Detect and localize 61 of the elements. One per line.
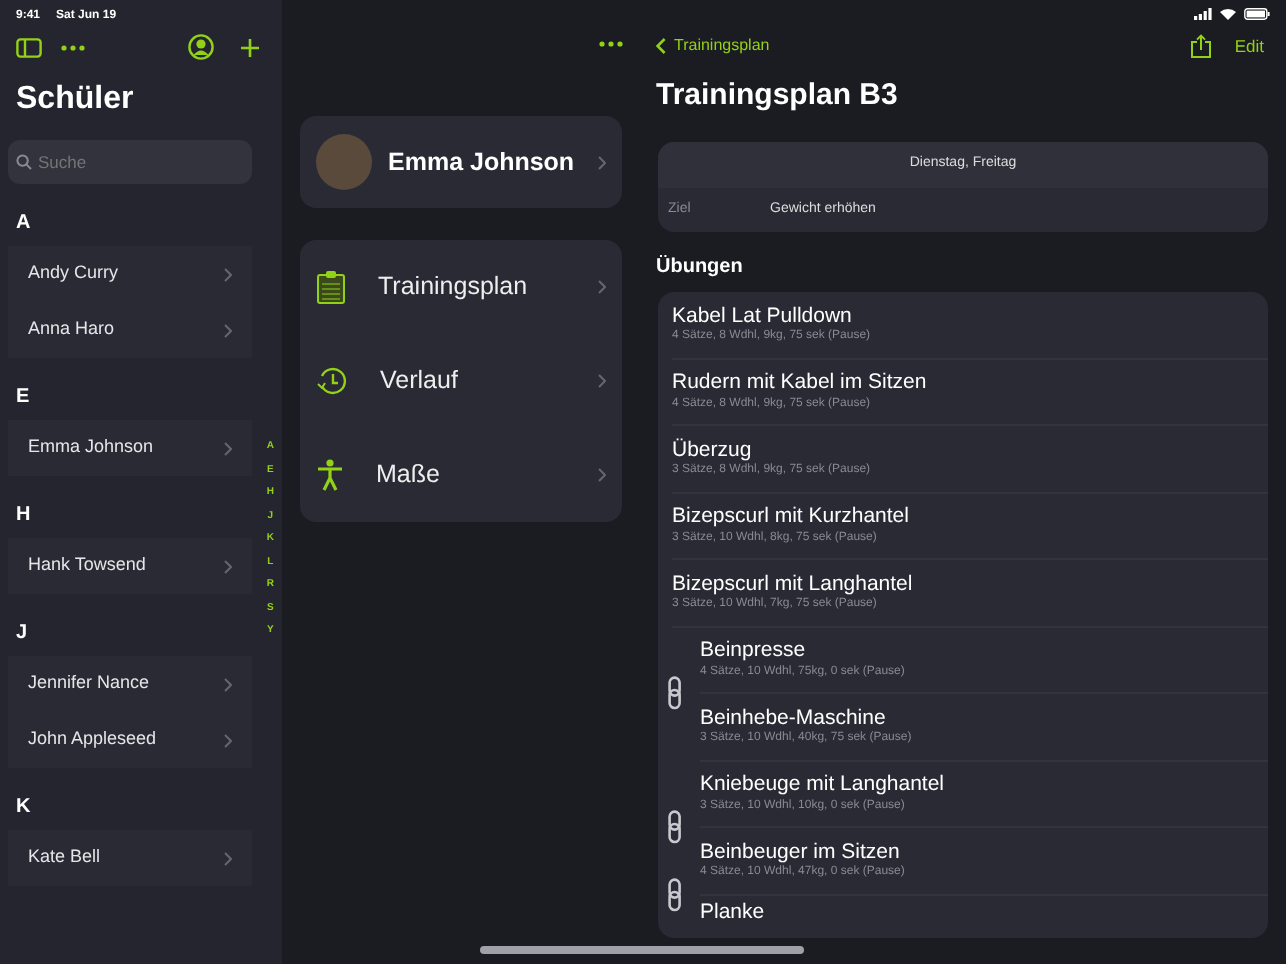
exercise-name: Kabel Lat Pulldown [672,303,854,329]
student-card[interactable]: Emma Johnson [300,116,622,208]
exercise-name: Kniebeuge mit Langhantel [700,772,947,798]
chain-link-icon [668,877,682,912]
sidebar-title: Schüler [14,80,136,120]
chevron-icon [598,468,606,482]
section-letter: A [16,210,31,238]
section-letter: H [16,502,31,530]
chain-link-icon [668,676,682,711]
person-icon[interactable] [188,34,214,60]
more-icon[interactable] [60,43,86,51]
exercise-name: Rudern mit Kabel im Sitzen [672,370,929,396]
menu-item[interactable]: Verlauf [300,334,622,428]
section-header: Übungen [654,253,745,283]
section-letter: E [16,384,30,412]
exercise-name: Beinbeuger im Sitzen [700,839,902,865]
wifi-icon [1220,8,1236,20]
student-item[interactable]: Andy Curry [8,246,252,302]
chevron-icon [224,733,232,747]
exercise-name: Bizepscurl mit Langhantel [672,571,915,597]
exercise-name: Beinhebe-Maschine [700,705,888,731]
chevron-icon [224,323,232,337]
edit-button[interactable]: Edit [1234,34,1264,60]
chevron-icon [224,677,232,691]
sidebar-toggle-icon[interactable] [16,37,42,57]
student-item[interactable]: Jennifer Nance [8,656,252,712]
avatar-placeholder [316,134,372,190]
chevron-left-icon [656,38,666,55]
clipboard-icon [316,270,346,304]
share-icon[interactable] [1190,34,1213,59]
section-letter: J [16,620,28,648]
search-field[interactable]: Suche [8,140,252,184]
chain-link-icon [668,810,682,845]
student-item[interactable]: Emma Johnson [8,420,252,476]
chevron-icon [224,267,232,281]
signal-icon [1194,8,1212,20]
menu-item[interactable]: Trainingsplan [300,240,622,334]
chevron-icon [224,851,232,865]
page-title: Trainingsplan B3 [654,75,900,116]
chevron-icon [598,374,606,388]
exercise-name: Überzug [672,437,754,463]
body-figure-icon [316,458,344,492]
search-icon [16,154,32,170]
student-item[interactable]: Anna Haro [8,302,252,358]
menu-item[interactable]: Maße [300,428,622,522]
chevron-icon [598,280,606,294]
section-letter: K [16,794,31,822]
clock-icon [316,365,348,397]
student-item[interactable]: Hank Towsend [8,538,252,594]
battery-icon [1244,8,1270,20]
chevron-icon [598,155,606,169]
exercise-name: Bizepscurl mit Kurzhantel [672,504,911,530]
student-item[interactable]: John Appleseed [8,712,252,768]
exercise-name: Planke [700,899,767,926]
add-icon[interactable] [240,37,260,57]
chevron-icon [224,559,232,573]
more-icon[interactable] [598,40,624,48]
exercise-name: Beinpresse [700,638,808,664]
back-button[interactable]: Trainingsplan [656,34,770,59]
student-item[interactable]: Kate Bell [8,830,252,886]
chevron-icon [224,441,232,455]
